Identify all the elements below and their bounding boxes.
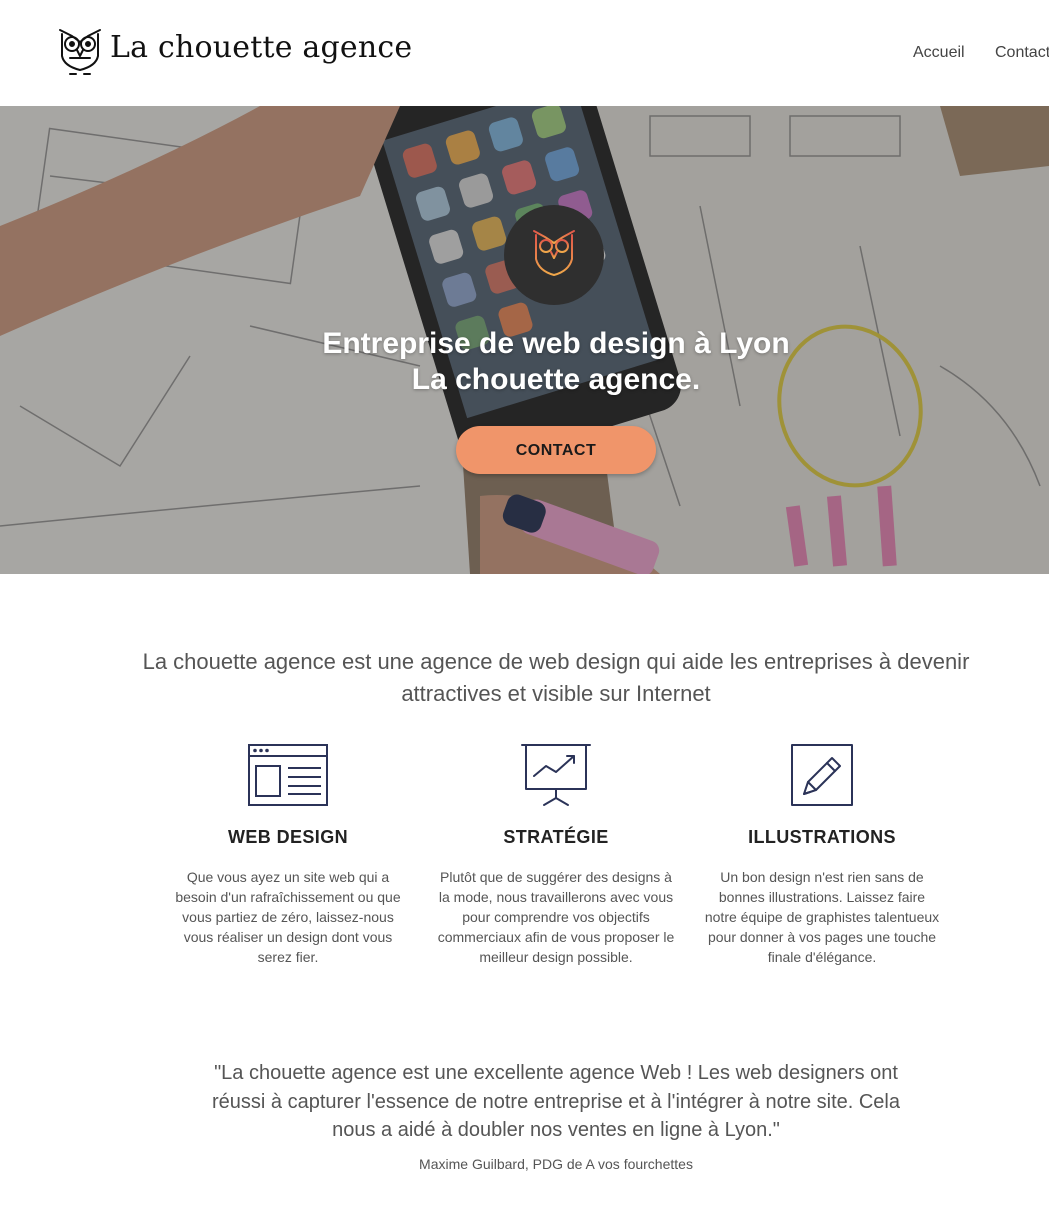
testimonial-quote: "La chouette agence est une excellente a… (212, 1062, 900, 1141)
contact-button[interactable]: CONTACT (456, 426, 656, 474)
owl-logo-icon[interactable] (56, 26, 104, 78)
site-header: La chouette agence Accueil Contact (0, 0, 1049, 106)
service-title: WEB DESIGN (227, 827, 348, 847)
service-illustrations: ILLUSTRATIONS Un bon design n'est rien s… (697, 742, 947, 967)
service-description: Un bon design n'est rien sans de bonnes … (704, 869, 940, 965)
intro-text: La chouette agence est une agence de web… (142, 649, 970, 706)
hero-title: Entreprise de web design à Lyon La choue… (0, 326, 1049, 398)
nav-accueil[interactable]: Accueil (913, 44, 965, 62)
service-description: Que vous ayez un site web qui a besoin d… (175, 869, 401, 965)
hero-title-line1: Entreprise de web design à Lyon (322, 327, 790, 360)
owl-badge (504, 205, 604, 305)
browser-window-icon (248, 744, 328, 806)
service-title: ILLUSTRATIONS (748, 827, 896, 847)
service-description: Plutôt que de suggérer des designs à la … (437, 869, 675, 965)
nav-contact[interactable]: Contact (995, 44, 1049, 62)
brand-name[interactable]: La chouette agence (110, 30, 412, 65)
service-strategie: STRATÉGIE Plutôt que de suggérer des des… (431, 742, 681, 967)
hero-banner: Entreprise de web design à Lyon La choue… (0, 106, 1049, 574)
presentation-chart-icon (521, 744, 591, 806)
owl-colored-icon (533, 230, 575, 282)
testimonial-author: Maxime Guilbard, PDG de A vos fourchette… (419, 1156, 693, 1172)
service-title: STRATÉGIE (503, 827, 609, 847)
service-web-design: WEB DESIGN Que vous ayez un site web qui… (163, 742, 413, 967)
pencil-square-icon (791, 744, 853, 806)
hero-title-line2: La chouette agence. (411, 363, 701, 396)
